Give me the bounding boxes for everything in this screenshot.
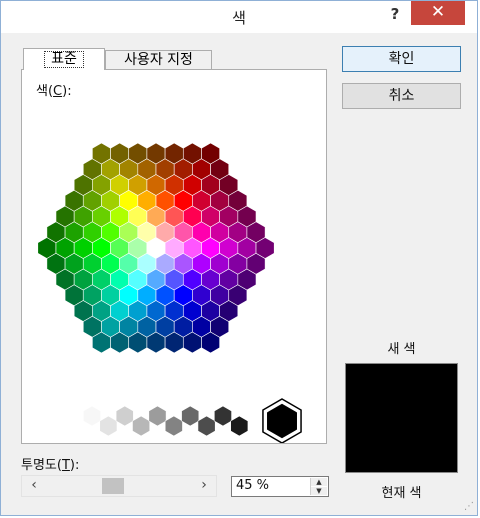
- dialog-body: 표준 사용자 지정 색(C): 확인 취소 새 색 현재 색 투명도(T): ‹…: [1, 33, 477, 515]
- grayscale-swatch[interactable]: [83, 405, 101, 427]
- transparency-value: 45 %: [236, 478, 270, 493]
- grayscale-swatch[interactable]: [164, 415, 183, 437]
- transparency-spinner[interactable]: ▲ ▼: [310, 478, 327, 495]
- color-dialog: 색 ? ✕ 표준 사용자 지정 색(C): 확인 취소 새 색 현재 색 투명도…: [0, 0, 478, 516]
- chevron-left-icon[interactable]: ‹: [24, 476, 44, 496]
- tab-standard[interactable]: 표준: [23, 48, 105, 70]
- ok-button[interactable]: 확인: [342, 46, 461, 72]
- current-color-label: 현재 색: [381, 486, 422, 501]
- spin-down-icon[interactable]: ▼: [311, 487, 327, 495]
- color-hexagon-palette[interactable]: [22, 70, 326, 443]
- slider-thumb[interactable]: [102, 478, 124, 494]
- spin-up-icon[interactable]: ▲: [311, 478, 327, 486]
- color-preview-swatch: [345, 363, 458, 473]
- grayscale-swatch[interactable]: [132, 415, 151, 437]
- help-button[interactable]: ?: [383, 3, 407, 27]
- chevron-right-icon[interactable]: ›: [194, 476, 214, 496]
- grayscale-swatch[interactable]: [99, 415, 118, 437]
- grayscale-swatch[interactable]: [181, 405, 200, 427]
- tab-custom[interactable]: 사용자 지정: [105, 50, 212, 70]
- transparency-input[interactable]: 45 % ▲ ▼: [231, 476, 329, 497]
- grayscale-swatch[interactable]: [230, 415, 249, 437]
- new-color-label: 새 색: [387, 342, 416, 357]
- close-button[interactable]: ✕: [411, 1, 465, 25]
- transparency-slider[interactable]: ‹ ›: [21, 475, 217, 497]
- resize-grip-icon[interactable]: ⋰: [464, 501, 474, 512]
- cancel-button[interactable]: 취소: [342, 83, 461, 109]
- grayscale-swatch[interactable]: [214, 405, 232, 427]
- grayscale-swatch[interactable]: [148, 405, 167, 427]
- standard-tab-panel: 색(C):: [21, 69, 327, 444]
- transparency-label: 투명도(T):: [21, 458, 80, 473]
- grayscale-swatch[interactable]: [115, 405, 134, 427]
- title-bar: 색 ? ✕: [1, 1, 477, 33]
- tab-standard-label: 표준: [44, 51, 84, 68]
- grayscale-swatch[interactable]: [197, 415, 216, 437]
